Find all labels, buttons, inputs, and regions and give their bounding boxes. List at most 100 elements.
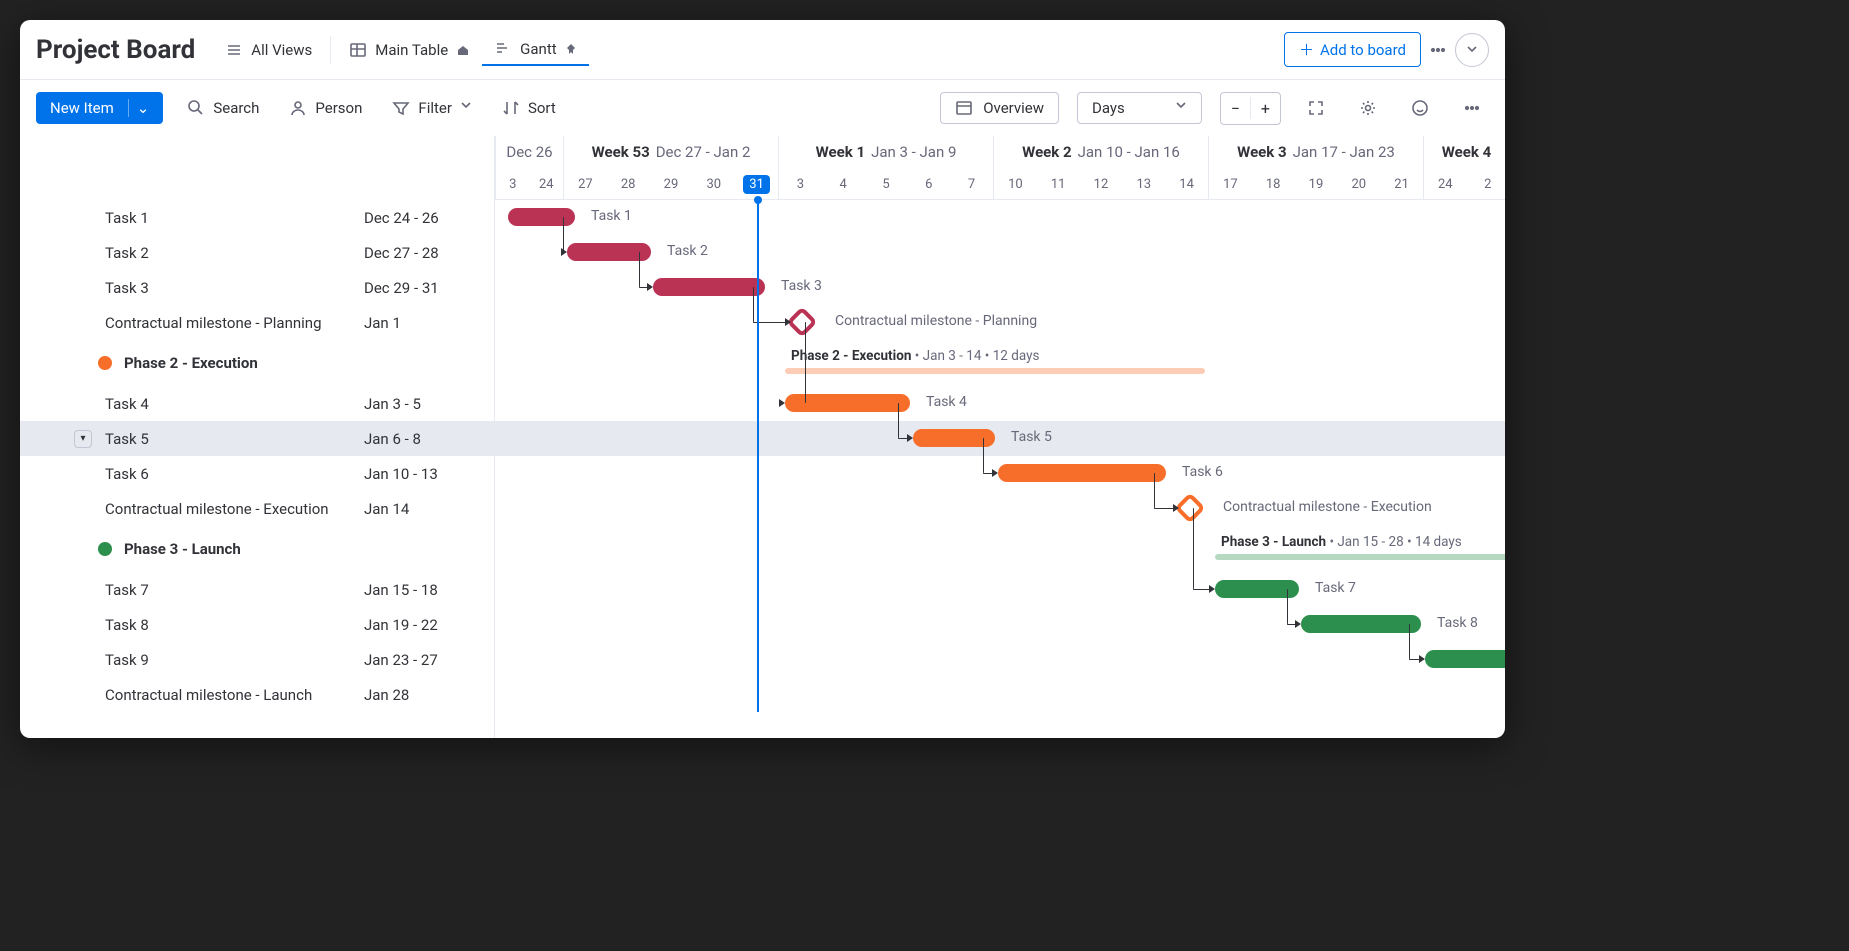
row-name: Contractual milestone - Planning <box>20 314 364 332</box>
day-cell[interactable]: 21 <box>1380 168 1423 200</box>
group-color-dot <box>98 356 112 370</box>
day-cell[interactable]: 3 <box>779 168 822 200</box>
sort-button[interactable]: Sort <box>496 95 562 121</box>
zoom-in-button[interactable]: + <box>1251 93 1280 124</box>
chevron-down-icon <box>1175 99 1187 117</box>
fullscreen-button[interactable] <box>1299 91 1333 125</box>
person-filter-button[interactable]: Person <box>283 95 368 121</box>
topbar: Project Board All Views Main Table Gantt… <box>20 20 1505 80</box>
row-name: Phase 2 - Execution <box>20 354 364 372</box>
task-bar[interactable] <box>1425 650 1505 668</box>
person-icon <box>289 99 307 117</box>
gantt-row: Task 2 <box>495 235 1505 270</box>
task-row[interactable]: Task 4Jan 3 - 5 <box>20 386 494 421</box>
day-cell[interactable]: 5 <box>865 168 908 200</box>
task-bar[interactable] <box>1301 615 1421 633</box>
pin-icon <box>565 43 577 55</box>
day-cell[interactable]: 19 <box>1295 168 1338 200</box>
day-cell[interactable]: 18 <box>1252 168 1295 200</box>
chevron-down-icon[interactable]: ⌄ <box>128 99 150 117</box>
milestone-marker[interactable] <box>786 306 817 337</box>
plus-icon: ＋ <box>1299 39 1314 60</box>
group-summary-bar <box>785 368 1205 374</box>
gantt-icon <box>494 40 512 58</box>
task-row[interactable]: Contractual milestone - ExecutionJan 14 <box>20 491 494 526</box>
zoom-out-button[interactable]: − <box>1221 93 1250 124</box>
group-row[interactable]: Phase 2 - Execution <box>20 340 494 386</box>
zoom-level-select[interactable]: Days <box>1077 92 1202 124</box>
row-dates: Dec 24 - 26 <box>364 209 494 227</box>
gantt-row: Phase 2 - Execution • Jan 3 - 14 • 12 da… <box>495 340 1505 386</box>
more-button[interactable] <box>1455 91 1489 125</box>
row-name: Task 8 <box>20 616 364 634</box>
task-row[interactable]: ▾Task 5Jan 6 - 8 <box>20 421 494 456</box>
task-row[interactable]: Contractual milestone - PlanningJan 1 <box>20 305 494 340</box>
day-cell[interactable]: 13 <box>1122 168 1165 200</box>
day-cell[interactable]: 4 <box>822 168 865 200</box>
row-dates: Jan 3 - 5 <box>364 395 494 413</box>
day-cell[interactable]: 10 <box>994 168 1037 200</box>
day-cell[interactable]: 29 <box>650 168 693 200</box>
day-cell[interactable]: 24 <box>530 168 564 200</box>
gantt-row: Task 9 <box>495 642 1505 677</box>
day-cell[interactable]: 27 <box>564 168 607 200</box>
task-bar[interactable] <box>998 464 1166 482</box>
dots-icon <box>1429 41 1447 59</box>
gantt-chart[interactable]: Dec 26324Week 53 Dec 27 - Jan 2272829303… <box>495 136 1505 738</box>
gantt-row: Task 4 <box>495 386 1505 421</box>
task-row[interactable]: Task 1Dec 24 - 26 <box>20 200 494 235</box>
task-row[interactable]: Contractual milestone - LaunchJan 28 <box>20 677 494 712</box>
tab-main-table[interactable]: Main Table <box>337 35 482 65</box>
task-bar[interactable] <box>785 394 910 412</box>
group-summary-label: Phase 2 - Execution • Jan 3 - 14 • 12 da… <box>791 348 1039 364</box>
row-name: Task 7 <box>20 581 364 599</box>
day-cell[interactable]: 14 <box>1165 168 1208 200</box>
project-window: Project Board All Views Main Table Gantt… <box>20 20 1505 738</box>
day-cell[interactable]: 7 <box>950 168 993 200</box>
day-cell[interactable]: 6 <box>907 168 950 200</box>
feedback-button[interactable] <box>1403 91 1437 125</box>
task-bar[interactable] <box>653 278 765 296</box>
day-cell[interactable]: 3 <box>496 168 530 200</box>
day-cell[interactable]: 2 <box>1467 168 1506 200</box>
day-cell[interactable]: 28 <box>607 168 650 200</box>
day-cell[interactable]: 24 <box>1424 168 1467 200</box>
day-cell[interactable]: 30 <box>692 168 735 200</box>
row-name: Task 6 <box>20 465 364 483</box>
bar-label: Task 4 <box>926 394 967 410</box>
day-cell[interactable]: 11 <box>1037 168 1080 200</box>
task-bar[interactable] <box>508 208 575 226</box>
search-button[interactable]: Search <box>181 95 265 121</box>
all-views-button[interactable]: All Views <box>213 35 324 65</box>
gantt-row: Phase 3 - Launch • Jan 15 - 28 • 14 days <box>495 526 1505 572</box>
new-item-button[interactable]: New Item ⌄ <box>36 92 163 124</box>
add-to-board-button[interactable]: ＋ Add to board <box>1284 32 1421 67</box>
row-name: Task 9 <box>20 651 364 669</box>
task-row[interactable]: Task 8Jan 19 - 22 <box>20 607 494 642</box>
task-list-sidebar: Task 1Dec 24 - 26Task 2Dec 27 - 28Task 3… <box>20 136 495 738</box>
milestone-label: Contractual milestone - Execution <box>1223 499 1432 515</box>
filter-button[interactable]: Filter <box>386 95 478 121</box>
chevron-down-icon <box>1465 41 1479 59</box>
day-cell[interactable]: 17 <box>1209 168 1252 200</box>
task-row[interactable]: Task 9Jan 23 - 27 <box>20 642 494 677</box>
day-cell[interactable]: 12 <box>1080 168 1123 200</box>
expand-toggle[interactable]: ▾ <box>74 430 92 448</box>
row-dates: Jan 14 <box>364 500 494 518</box>
day-cell[interactable]: 20 <box>1337 168 1380 200</box>
row-name: Task 4 <box>20 395 364 413</box>
table-icon <box>349 41 367 59</box>
milestone-marker[interactable] <box>1174 492 1205 523</box>
collapse-button[interactable] <box>1455 33 1489 67</box>
task-row[interactable]: Task 2Dec 27 - 28 <box>20 235 494 270</box>
overview-button[interactable]: Overview <box>940 92 1059 124</box>
group-row[interactable]: Phase 3 - Launch <box>20 526 494 572</box>
calendar-icon <box>955 99 973 117</box>
settings-button[interactable] <box>1351 91 1385 125</box>
tab-gantt[interactable]: Gantt <box>482 34 588 66</box>
task-row[interactable]: Task 7Jan 15 - 18 <box>20 572 494 607</box>
task-row[interactable]: Task 6Jan 10 - 13 <box>20 456 494 491</box>
row-dates: Jan 19 - 22 <box>364 616 494 634</box>
more-menu-button[interactable] <box>1421 33 1455 67</box>
task-row[interactable]: Task 3Dec 29 - 31 <box>20 270 494 305</box>
